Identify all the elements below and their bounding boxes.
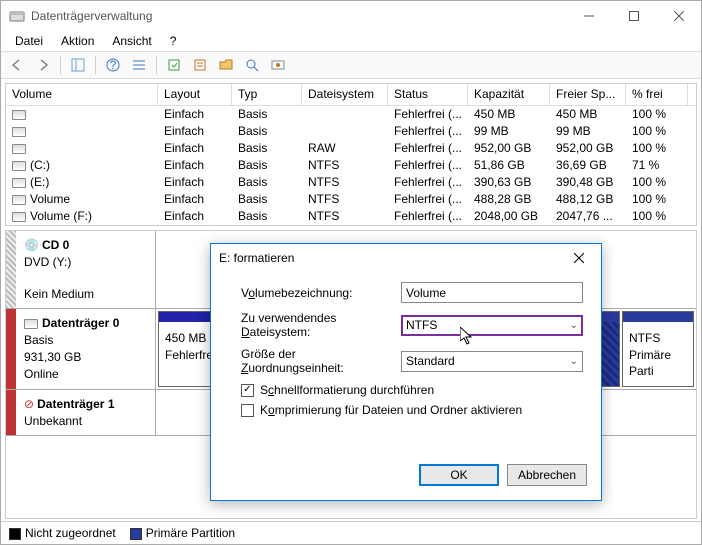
part-size: 450 MB — [165, 331, 206, 345]
part-state: Primäre Parti — [629, 348, 671, 378]
legend-unallocated: Nicht zugeordnet — [9, 526, 116, 540]
legend-primary: Primäre Partition — [130, 526, 235, 540]
list-button[interactable] — [127, 53, 151, 77]
drive-icon — [12, 110, 26, 120]
drive-icon — [12, 161, 26, 171]
toolbar: ? — [1, 51, 701, 79]
disk-type: Basis — [24, 333, 53, 347]
table-row[interactable]: EinfachBasisRAWFehlerfrei (...952,00 GB9… — [6, 140, 696, 157]
ok-button[interactable]: OK — [419, 464, 499, 486]
chevron-down-icon: ⌄ — [570, 320, 578, 331]
show-hide-button[interactable] — [66, 53, 90, 77]
col-layout[interactable]: Layout — [158, 84, 232, 105]
drive-icon — [12, 144, 26, 154]
disk-size: 931,30 GB — [24, 350, 81, 364]
drive-icon — [12, 212, 26, 222]
drive-icon — [12, 195, 26, 205]
disk-icon — [24, 316, 42, 330]
menu-help[interactable]: ? — [162, 32, 185, 50]
back-button[interactable] — [5, 53, 29, 77]
part-fs: NTFS — [629, 331, 660, 345]
table-row[interactable]: EinfachBasisFehlerfrei (...450 MB450 MB1… — [6, 106, 696, 123]
rescan-button[interactable] — [240, 53, 264, 77]
checkbox-compress-label: Komprimierung für Dateien und Ordner akt… — [260, 403, 522, 417]
warning-icon: ⊘ — [24, 397, 34, 411]
volume-list[interactable]: Volume Layout Typ Dateisystem Status Kap… — [5, 83, 697, 226]
label-allocation: Größe der Zuordnungseinheit: — [241, 347, 401, 375]
disk-title: CD 0 — [42, 238, 69, 252]
select-allocation[interactable]: Standard ⌄ — [401, 351, 583, 372]
disk-status: Kein Medium — [24, 287, 94, 301]
col-percent[interactable]: % frei — [626, 84, 688, 105]
maximize-button[interactable] — [611, 1, 656, 31]
checkbox-icon: ✓ — [241, 384, 254, 397]
refresh-button[interactable] — [162, 53, 186, 77]
checkbox-compress[interactable]: Komprimierung für Dateien und Ordner akt… — [241, 403, 583, 417]
menubar: Datei Aktion Ansicht ? — [1, 31, 701, 51]
select-filesystem-value: NTFS — [406, 318, 437, 332]
settings-button[interactable] — [266, 53, 290, 77]
dialog-close-button[interactable] — [565, 244, 593, 272]
properties-button[interactable] — [188, 53, 212, 77]
format-dialog: E: formatieren Volumebezeichnung: Zu ver… — [210, 243, 602, 501]
menu-action[interactable]: Aktion — [53, 32, 102, 50]
drive-icon — [12, 178, 26, 188]
disk-title: Datenträger 0 — [42, 316, 119, 330]
input-volumename[interactable] — [401, 282, 583, 303]
help-button[interactable]: ? — [101, 53, 125, 77]
close-button[interactable] — [656, 1, 701, 31]
open-button[interactable] — [214, 53, 238, 77]
col-filesystem[interactable]: Dateisystem — [302, 84, 388, 105]
part-state: Fehlerfrei — [165, 348, 216, 362]
disk-status: Unbekannt — [24, 414, 82, 428]
chevron-down-icon: ⌄ — [570, 356, 578, 367]
col-free[interactable]: Freier Sp... — [550, 84, 626, 105]
checkbox-quickformat-label: Schnellformatierung durchführen — [260, 383, 434, 397]
list-header: Volume Layout Typ Dateisystem Status Kap… — [6, 84, 696, 106]
menu-view[interactable]: Ansicht — [104, 32, 159, 50]
menu-file[interactable]: Datei — [7, 32, 51, 50]
select-filesystem[interactable]: NTFS ⌄ — [401, 315, 583, 336]
col-capacity[interactable]: Kapazität — [468, 84, 550, 105]
table-row[interactable]: (E:)EinfachBasisNTFSFehlerfrei (...390,6… — [6, 174, 696, 191]
titlebar: Datenträgerverwaltung — [1, 1, 701, 31]
dialog-titlebar: E: formatieren — [211, 244, 601, 272]
table-row[interactable]: VolumeEinfachBasisNTFSFehlerfrei (...488… — [6, 191, 696, 208]
partition-last[interactable]: NTFS Primäre Parti — [622, 311, 694, 386]
disc-icon: 💿 — [24, 238, 39, 252]
select-allocation-value: Standard — [406, 354, 455, 368]
checkbox-quickformat[interactable]: ✓ Schnellformatierung durchführen — [241, 383, 583, 397]
cancel-button[interactable]: Abbrechen — [507, 464, 587, 486]
forward-button[interactable] — [31, 53, 55, 77]
checkbox-icon — [241, 404, 254, 417]
drive-icon — [12, 127, 26, 137]
svg-text:?: ? — [110, 58, 117, 72]
disk-title: Datenträger 1 — [37, 397, 114, 411]
table-row[interactable]: EinfachBasisFehlerfrei (...99 MB99 MB100… — [6, 123, 696, 140]
partition-1[interactable]: 450 MB Fehlerfrei — [158, 311, 218, 386]
legend: Nicht zugeordnet Primäre Partition — [1, 521, 701, 544]
col-volume[interactable]: Volume — [6, 84, 158, 105]
col-type[interactable]: Typ — [232, 84, 302, 105]
window-title: Datenträgerverwaltung — [31, 9, 566, 23]
dialog-title: E: formatieren — [219, 251, 565, 265]
label-filesystem: Zu verwendendes Dateisystem: — [241, 311, 401, 339]
disk-line2: DVD (Y:) — [24, 255, 71, 269]
label-volumename: Volumebezeichnung: — [241, 286, 401, 300]
minimize-button[interactable] — [566, 1, 611, 31]
table-row[interactable]: Volume (F:)EinfachBasisNTFSFehlerfrei (.… — [6, 208, 696, 225]
table-row[interactable]: (C:)EinfachBasisNTFSFehlerfrei (...51,86… — [6, 157, 696, 174]
col-status[interactable]: Status — [388, 84, 468, 105]
disk-status: Online — [24, 367, 59, 381]
app-icon — [9, 8, 25, 24]
